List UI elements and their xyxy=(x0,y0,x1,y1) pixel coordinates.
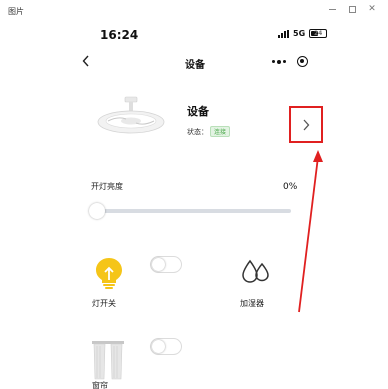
back-button[interactable] xyxy=(79,52,93,70)
more-icon[interactable] xyxy=(271,59,286,64)
tile-label-light: 灯开关 xyxy=(92,299,116,308)
minimize-icon xyxy=(328,8,336,10)
close-button[interactable]: ✕ xyxy=(362,2,382,16)
ceiling-fan-image xyxy=(97,96,165,134)
window-title: 图片 xyxy=(8,7,24,16)
page-title: 设备 xyxy=(185,60,205,71)
brightness-value: 0% xyxy=(283,182,298,192)
light-toggle[interactable] xyxy=(150,256,182,273)
chevron-left-icon xyxy=(82,55,89,67)
battery-icon: 24 xyxy=(309,29,328,38)
network-type: 5G xyxy=(293,29,306,38)
toggle-knob xyxy=(152,340,165,353)
status-badge: 连接 xyxy=(210,126,231,137)
battery-level: 24 xyxy=(313,30,323,37)
device-detail-button[interactable] xyxy=(289,106,323,143)
curtain-toggle[interactable] xyxy=(150,338,182,355)
window-controls: ✕ xyxy=(322,2,382,16)
brightness-slider[interactable] xyxy=(89,203,291,219)
close-icon: ✕ xyxy=(368,4,376,14)
curtain-icon xyxy=(92,341,124,380)
toggle-knob xyxy=(152,258,165,271)
maximize-button[interactable] xyxy=(342,2,362,16)
status-indicators: 5G 24 xyxy=(278,29,328,38)
signal-icon xyxy=(278,29,289,38)
minimize-button[interactable] xyxy=(322,2,342,16)
bulb-icon xyxy=(96,258,122,289)
device-status: 状态： 连接 xyxy=(187,126,231,137)
slider-thumb[interactable] xyxy=(89,203,105,219)
status-time: 16:24 xyxy=(100,28,139,42)
tile-label-humidifier: 加湿器 xyxy=(240,299,264,308)
capsule-menu xyxy=(266,53,314,70)
water-drops-icon[interactable] xyxy=(240,258,272,286)
close-miniprogram-icon[interactable] xyxy=(297,56,309,67)
tile-label-curtain: 窗帘 xyxy=(92,381,108,389)
status-prefix: 状态： xyxy=(187,127,208,136)
maximize-icon xyxy=(348,5,356,13)
device-name: 设备 xyxy=(187,105,209,118)
chevron-right-icon xyxy=(303,119,310,130)
brightness-label: 开灯亮度 xyxy=(91,182,123,191)
